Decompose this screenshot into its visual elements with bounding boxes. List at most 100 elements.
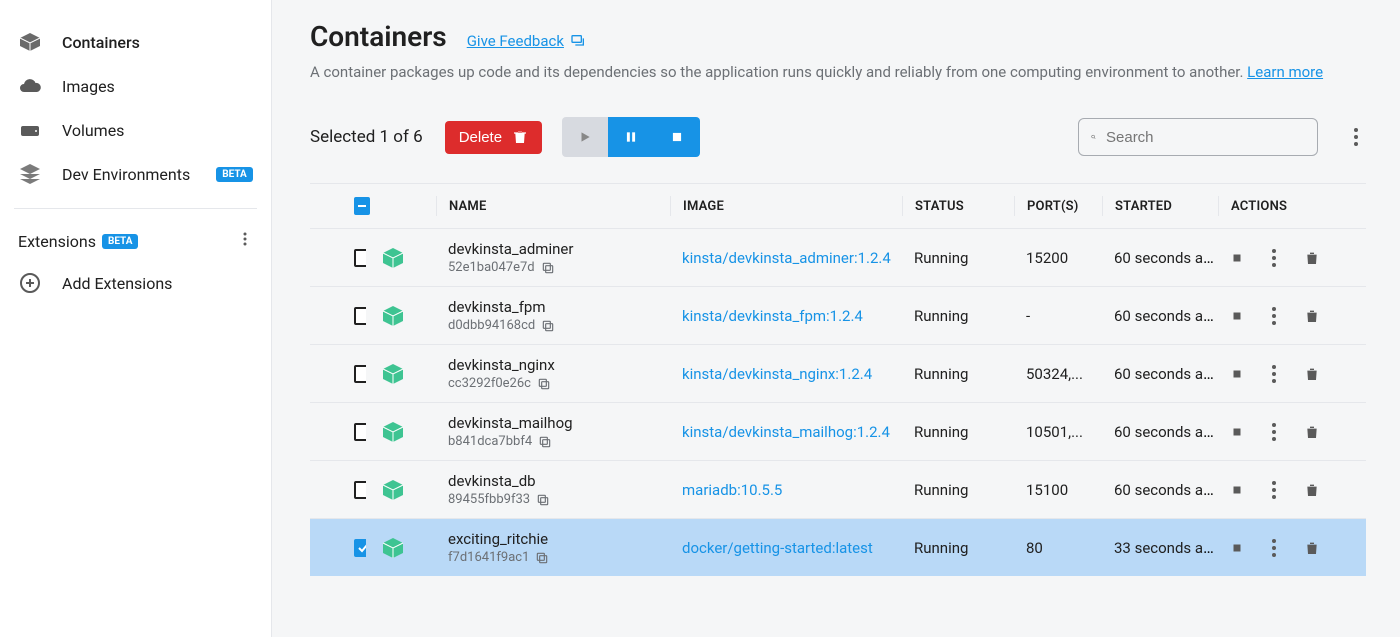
status-text: Running bbox=[914, 307, 968, 325]
toolbar-menu-icon[interactable] bbox=[1346, 128, 1366, 146]
table-header: NAME IMAGE STATUS PORT(S) STARTED ACTION… bbox=[310, 184, 1366, 228]
stop-icon[interactable] bbox=[1230, 541, 1244, 555]
container-name[interactable]: devkinsta_fpm bbox=[448, 298, 670, 316]
trash-icon[interactable] bbox=[1304, 482, 1320, 498]
sidebar-item-dev-environments[interactable]: Dev Environments BETA bbox=[0, 152, 271, 196]
row-menu-icon[interactable] bbox=[1272, 365, 1276, 383]
container-name[interactable]: devkinsta_mailhog bbox=[448, 414, 670, 432]
trash-icon[interactable] bbox=[1304, 366, 1320, 382]
container-id: 89455fbb9f33 bbox=[448, 492, 670, 507]
col-status[interactable]: STATUS bbox=[902, 196, 1014, 216]
row-checkbox[interactable] bbox=[354, 423, 366, 441]
table-row[interactable]: devkinsta_db 89455fbb9f33 mariadb:10.5.5… bbox=[310, 460, 1366, 518]
trash-icon[interactable] bbox=[1304, 424, 1320, 440]
table-row[interactable]: devkinsta_nginx cc3292f0e26c kinsta/devk… bbox=[310, 344, 1366, 402]
row-menu-icon[interactable] bbox=[1272, 481, 1276, 499]
col-ports[interactable]: PORT(S) bbox=[1014, 196, 1102, 216]
stop-icon[interactable] bbox=[1230, 483, 1244, 497]
image-link[interactable]: mariadb:10.5.5 bbox=[682, 481, 782, 499]
started-text: 33 seconds ago bbox=[1114, 538, 1218, 557]
sidebar-item-label: Containers bbox=[62, 33, 140, 52]
row-checkbox[interactable] bbox=[354, 249, 366, 267]
row-menu-icon[interactable] bbox=[1272, 249, 1276, 267]
container-name[interactable]: devkinsta_nginx bbox=[448, 356, 670, 374]
copy-icon[interactable] bbox=[537, 377, 551, 391]
row-checkbox[interactable] bbox=[354, 365, 366, 383]
container-name[interactable]: exciting_ritchie bbox=[448, 530, 670, 548]
started-text: 60 seconds ago bbox=[1114, 480, 1218, 499]
col-actions: ACTIONS bbox=[1218, 196, 1326, 216]
row-checkbox[interactable] bbox=[354, 539, 366, 557]
row-checkbox[interactable] bbox=[354, 307, 366, 325]
ports-text: 10501,... bbox=[1026, 423, 1083, 441]
feedback-icon bbox=[570, 33, 586, 49]
copy-icon[interactable] bbox=[538, 435, 552, 449]
delete-button[interactable]: Delete bbox=[445, 121, 542, 154]
started-text: 60 seconds ago bbox=[1114, 306, 1218, 325]
play-icon bbox=[578, 130, 592, 144]
cloud-icon bbox=[18, 74, 42, 98]
image-link[interactable]: kinsta/devkinsta_mailhog:1.2.4 bbox=[682, 423, 890, 441]
image-link[interactable]: kinsta/devkinsta_nginx:1.2.4 bbox=[682, 365, 872, 383]
container-id: 52e1ba047e7d bbox=[448, 260, 670, 275]
stop-icon[interactable] bbox=[1230, 367, 1244, 381]
sidebar-item-volumes[interactable]: Volumes bbox=[0, 108, 271, 152]
stop-icon[interactable] bbox=[1230, 309, 1244, 323]
extensions-label: Extensions bbox=[18, 232, 96, 251]
containers-table: NAME IMAGE STATUS PORT(S) STARTED ACTION… bbox=[310, 183, 1366, 576]
page-description: A container packages up code and its dep… bbox=[310, 63, 1366, 81]
image-link[interactable]: kinsta/devkinsta_adminer:1.2.4 bbox=[682, 249, 891, 267]
table-row[interactable]: exciting_ritchie f7d1641f9ac1 docker/get… bbox=[310, 518, 1366, 576]
trash-icon[interactable] bbox=[1304, 540, 1320, 556]
status-text: Running bbox=[914, 481, 968, 499]
started-text: 60 seconds ago bbox=[1114, 248, 1218, 267]
give-feedback-link[interactable]: Give Feedback bbox=[467, 32, 586, 50]
stop-button[interactable] bbox=[654, 117, 700, 157]
stop-icon[interactable] bbox=[1230, 251, 1244, 265]
col-image[interactable]: IMAGE bbox=[670, 196, 902, 216]
sidebar-item-label: Dev Environments bbox=[62, 165, 190, 184]
search-box[interactable] bbox=[1078, 118, 1318, 156]
copy-icon[interactable] bbox=[541, 319, 555, 333]
status-text: Running bbox=[914, 365, 968, 383]
row-menu-icon[interactable] bbox=[1272, 307, 1276, 325]
sidebar-item-containers[interactable]: Containers bbox=[0, 20, 271, 64]
table-row[interactable]: devkinsta_fpm d0dbb94168cd kinsta/devkin… bbox=[310, 286, 1366, 344]
table-row[interactable]: devkinsta_adminer 52e1ba047e7d kinsta/de… bbox=[310, 228, 1366, 286]
learn-more-link[interactable]: Learn more bbox=[1247, 63, 1323, 81]
container-icon bbox=[378, 362, 408, 386]
image-link[interactable]: kinsta/devkinsta_fpm:1.2.4 bbox=[682, 307, 863, 325]
sidebar-item-images[interactable]: Images bbox=[0, 64, 271, 108]
container-icon bbox=[378, 478, 408, 502]
col-name[interactable]: NAME bbox=[436, 196, 670, 216]
sidebar-item-label: Volumes bbox=[62, 121, 124, 140]
copy-icon[interactable] bbox=[536, 493, 550, 507]
pause-icon bbox=[624, 130, 638, 144]
copy-icon[interactable] bbox=[535, 551, 549, 565]
extensions-menu-icon[interactable] bbox=[237, 231, 253, 251]
ports-text: 15100 bbox=[1026, 481, 1068, 499]
table-row[interactable]: devkinsta_mailhog b841dca7bbf4 kinsta/de… bbox=[310, 402, 1366, 460]
page-title: Containers bbox=[310, 20, 447, 53]
row-menu-icon[interactable] bbox=[1272, 423, 1276, 441]
container-name[interactable]: devkinsta_adminer bbox=[448, 240, 670, 258]
stop-icon bbox=[670, 130, 684, 144]
sidebar-item-add-extensions[interactable]: Add Extensions bbox=[0, 261, 271, 305]
play-button[interactable] bbox=[562, 117, 608, 157]
image-link[interactable]: docker/getting-started:latest bbox=[682, 539, 873, 557]
copy-icon[interactable] bbox=[541, 261, 555, 275]
row-menu-icon[interactable] bbox=[1272, 539, 1276, 557]
ports-text: - bbox=[1026, 307, 1030, 325]
row-checkbox[interactable] bbox=[354, 481, 366, 499]
col-started[interactable]: STARTED bbox=[1102, 196, 1218, 216]
pause-button[interactable] bbox=[608, 117, 654, 157]
container-id: b841dca7bbf4 bbox=[448, 434, 670, 449]
container-icon bbox=[378, 246, 408, 270]
search-input[interactable] bbox=[1106, 129, 1305, 146]
trash-icon[interactable] bbox=[1304, 250, 1320, 266]
stop-icon[interactable] bbox=[1230, 425, 1244, 439]
divider bbox=[14, 208, 257, 209]
container-name[interactable]: devkinsta_db bbox=[448, 472, 670, 490]
main-content: Containers Give Feedback A container pac… bbox=[272, 0, 1400, 637]
trash-icon[interactable] bbox=[1304, 308, 1320, 324]
